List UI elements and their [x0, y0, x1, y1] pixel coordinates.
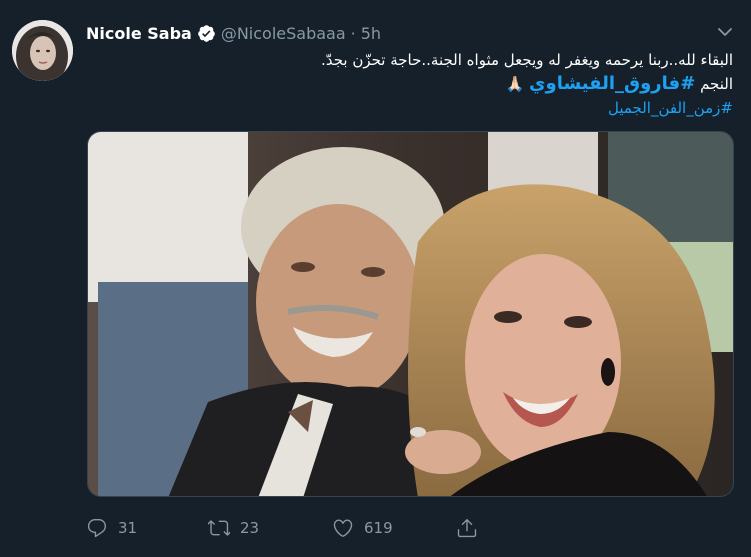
chevron-down-icon[interactable]: [717, 24, 733, 40]
reply-button[interactable]: 31: [86, 517, 137, 539]
tweet-text-line-1: البقاء لله..ربنا يرحمه ويغفر له ويجعل مث…: [321, 51, 733, 69]
retweet-count: 23: [240, 519, 260, 537]
avatar-image: [12, 20, 73, 81]
tweet-card[interactable]: Nicole Saba @NicoleSabaaa · 5h البقاء لل…: [0, 0, 751, 557]
heart-icon: [332, 517, 354, 539]
tweet-timestamp[interactable]: 5h: [361, 24, 381, 43]
verified-badge-icon: [197, 24, 216, 43]
praying-hands-emoji: 🙏🏻: [505, 75, 525, 93]
tweet-text-prefix: النجم: [695, 75, 733, 93]
reply-icon: [86, 517, 108, 539]
hashtag-link-farouk[interactable]: #فاروق_الفيشاوي: [529, 73, 695, 94]
tweet-header: Nicole Saba @NicoleSabaaa · 5h: [86, 20, 381, 46]
like-count: 619: [364, 519, 393, 537]
user-handle[interactable]: @NicoleSabaaa: [221, 24, 346, 43]
reply-count: 31: [118, 519, 138, 537]
display-name[interactable]: Nicole Saba: [86, 24, 192, 43]
photo-image: [88, 132, 733, 496]
avatar[interactable]: [12, 20, 73, 81]
tweet-text: البقاء لله..ربنا يرحمه ويغفر له ويجعل مث…: [93, 48, 733, 120]
tweet-text-line-2: النجم #فاروق_الفيشاوي 🙏🏻: [93, 72, 733, 96]
tweet-actions: 31 23 619: [86, 515, 506, 541]
retweet-button[interactable]: 23: [208, 517, 259, 539]
share-icon: [456, 517, 478, 539]
hashtag-link-golden-era[interactable]: #زمن_الفن_الجميل: [93, 96, 733, 120]
separator-dot: ·: [350, 23, 356, 43]
tweet-photo[interactable]: [87, 131, 734, 497]
share-button[interactable]: [456, 517, 478, 539]
like-button[interactable]: 619: [332, 517, 393, 539]
retweet-icon: [208, 517, 230, 539]
